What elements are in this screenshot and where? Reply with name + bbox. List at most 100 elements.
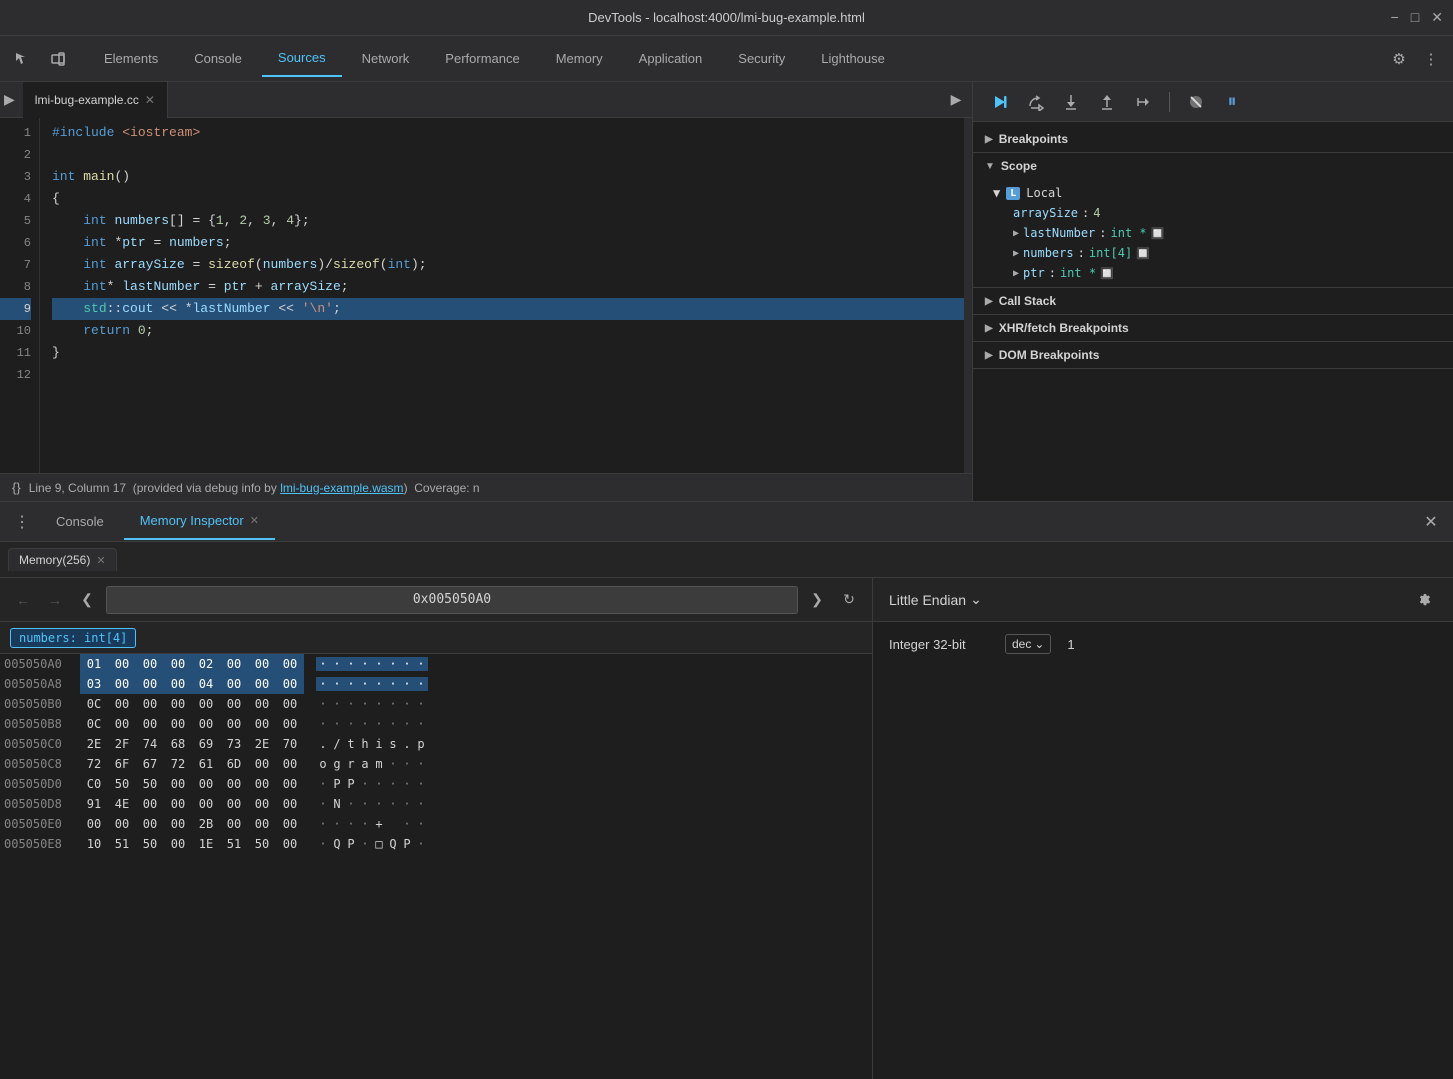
memory-byte-cell[interactable]: 2B [192,814,220,834]
memory-byte-cell[interactable]: 00 [220,714,248,734]
endian-select[interactable]: Little Endian ⌄ [889,591,982,608]
minimize-button[interactable]: − [1391,9,1399,26]
step-out-button[interactable] [1093,88,1121,116]
memory-byte-cell[interactable]: 04 [192,674,220,694]
memory-byte-cell[interactable]: 00 [80,814,108,834]
window-controls[interactable]: − □ ✕ [1391,9,1443,26]
deactivate-breakpoints-button[interactable] [1182,88,1210,116]
settings-icon[interactable]: ⚙ [1385,45,1413,73]
memory-forward-button[interactable]: → [42,587,68,613]
memory-byte-cell[interactable]: 00 [108,814,136,834]
memory-byte-cell[interactable]: 00 [248,814,276,834]
memory-byte-cell[interactable]: 00 [248,774,276,794]
breakpoints-header[interactable]: ▶ Breakpoints [973,126,1453,152]
numbers-mem-icon[interactable]: 🔲 [1136,247,1150,260]
maximize-button[interactable]: □ [1411,9,1419,26]
tab-application[interactable]: Application [623,41,719,77]
memory-byte-cell[interactable]: 00 [164,814,192,834]
memory-byte-cell[interactable]: 00 [276,794,304,814]
memory-byte-cell[interactable]: 72 [80,754,108,774]
memory-byte-cell[interactable]: 00 [248,654,276,674]
memory-byte-cell[interactable]: 00 [276,674,304,694]
memory-byte-cell[interactable]: 74 [136,734,164,754]
memory-byte-cell[interactable]: 51 [108,834,136,854]
memory-byte-cell[interactable]: 67 [136,754,164,774]
memory-subtab-close[interactable]: ✕ [96,554,105,567]
memory-byte-cell[interactable]: 00 [248,694,276,714]
memory-byte-cell[interactable]: 00 [192,794,220,814]
memory-byte-cell[interactable]: 0C [80,694,108,714]
memory-byte-cell[interactable]: 4E [108,794,136,814]
memory-byte-cell[interactable]: C0 [80,774,108,794]
scope-item-lastnumber[interactable]: ▶ lastNumber : int * 🔲 [973,223,1453,243]
memory-byte-cell[interactable]: 00 [276,714,304,734]
memory-byte-cell[interactable]: 68 [164,734,192,754]
bottom-panel-close-button[interactable]: ✕ [1417,508,1445,536]
file-tree-toggle-icon[interactable]: ▶ [4,91,15,108]
memory-byte-cell[interactable]: 00 [220,794,248,814]
memory-refresh-button[interactable]: ↻ [836,587,862,613]
memory-byte-cell[interactable]: 00 [248,754,276,774]
lastnumber-expand-arrow[interactable]: ▶ [1013,228,1019,239]
memory-byte-cell[interactable]: 00 [192,714,220,734]
memory-byte-cell[interactable]: 00 [164,654,192,674]
wasm-link[interactable]: lmi-bug-example.wasm [280,481,403,495]
memory-byte-cell[interactable]: 0C [80,714,108,734]
memory-byte-cell[interactable]: 50 [136,774,164,794]
memory-byte-cell[interactable]: 00 [248,794,276,814]
close-button[interactable]: ✕ [1431,9,1443,26]
scope-item-numbers[interactable]: ▶ numbers : int[4] 🔲 [973,243,1453,263]
memory-byte-cell[interactable]: 00 [276,774,304,794]
editor-tab-close-button[interactable]: ✕ [145,93,155,107]
memory-byte-cell[interactable]: 2E [248,734,276,754]
step-button[interactable] [1129,88,1157,116]
memory-byte-cell[interactable]: 00 [248,714,276,734]
memory-byte-cell[interactable]: 00 [276,654,304,674]
memory-prev-button[interactable]: ❮ [74,587,100,613]
editor-play-button[interactable]: ▶ [944,88,968,112]
memory-byte-cell[interactable]: 00 [108,654,136,674]
memory-byte-cell[interactable]: 61 [192,754,220,774]
scope-item-arraysize[interactable]: arraySize : 4 [973,203,1453,223]
memory-byte-cell[interactable]: 51 [220,834,248,854]
memory-byte-cell[interactable]: 00 [164,674,192,694]
memory-byte-cell[interactable]: 6D [220,754,248,774]
code-content[interactable]: #include <iostream> int main() { int num… [40,118,964,473]
memory-byte-cell[interactable]: 00 [108,694,136,714]
memory-byte-cell[interactable]: 00 [248,674,276,694]
bottom-tab-memory-inspector[interactable]: Memory Inspector ✕ [124,504,275,540]
memory-byte-cell[interactable]: 00 [136,674,164,694]
resume-button[interactable] [985,88,1013,116]
memory-byte-cell[interactable]: 2F [108,734,136,754]
memory-byte-cell[interactable]: 02 [192,654,220,674]
tab-memory[interactable]: Memory [540,41,619,77]
bottom-tab-console[interactable]: Console [40,504,120,540]
memory-byte-cell[interactable]: 00 [276,814,304,834]
memory-byte-cell[interactable]: 00 [164,834,192,854]
memory-address-input[interactable] [106,586,798,614]
memory-byte-cell[interactable]: 00 [164,694,192,714]
memory-byte-cell[interactable]: 00 [220,674,248,694]
memory-byte-cell[interactable]: 00 [276,694,304,714]
memory-byte-cell[interactable]: 50 [108,774,136,794]
more-options-icon[interactable]: ⋮ [1417,45,1445,73]
memory-settings-button[interactable] [1409,586,1437,614]
lastnumber-mem-icon[interactable]: 🔲 [1151,227,1165,240]
memory-byte-cell[interactable]: 00 [192,774,220,794]
tab-network[interactable]: Network [346,41,426,77]
memory-byte-cell[interactable]: 00 [136,714,164,734]
memory-byte-cell[interactable]: 50 [248,834,276,854]
memory-byte-cell[interactable]: 00 [108,674,136,694]
int32-format-select[interactable]: dec ⌄ [1005,634,1051,654]
memory-byte-cell[interactable]: 00 [136,694,164,714]
memory-byte-cell[interactable]: 00 [164,794,192,814]
tab-lighthouse[interactable]: Lighthouse [805,41,901,77]
editor-tab-file[interactable]: lmi-bug-example.cc ✕ [23,82,168,118]
memory-byte-cell[interactable]: 00 [164,714,192,734]
memory-table-wrapper[interactable]: 005050A00100000002000000········005050A8… [0,654,872,1079]
memory-subtab[interactable]: Memory(256) ✕ [8,548,117,571]
bottom-tab-menu-icon[interactable]: ⋮ [8,508,36,536]
callstack-header[interactable]: ▶ Call Stack [973,288,1453,314]
memory-byte-cell[interactable]: 69 [192,734,220,754]
editor-scrollbar[interactable] [964,118,972,473]
